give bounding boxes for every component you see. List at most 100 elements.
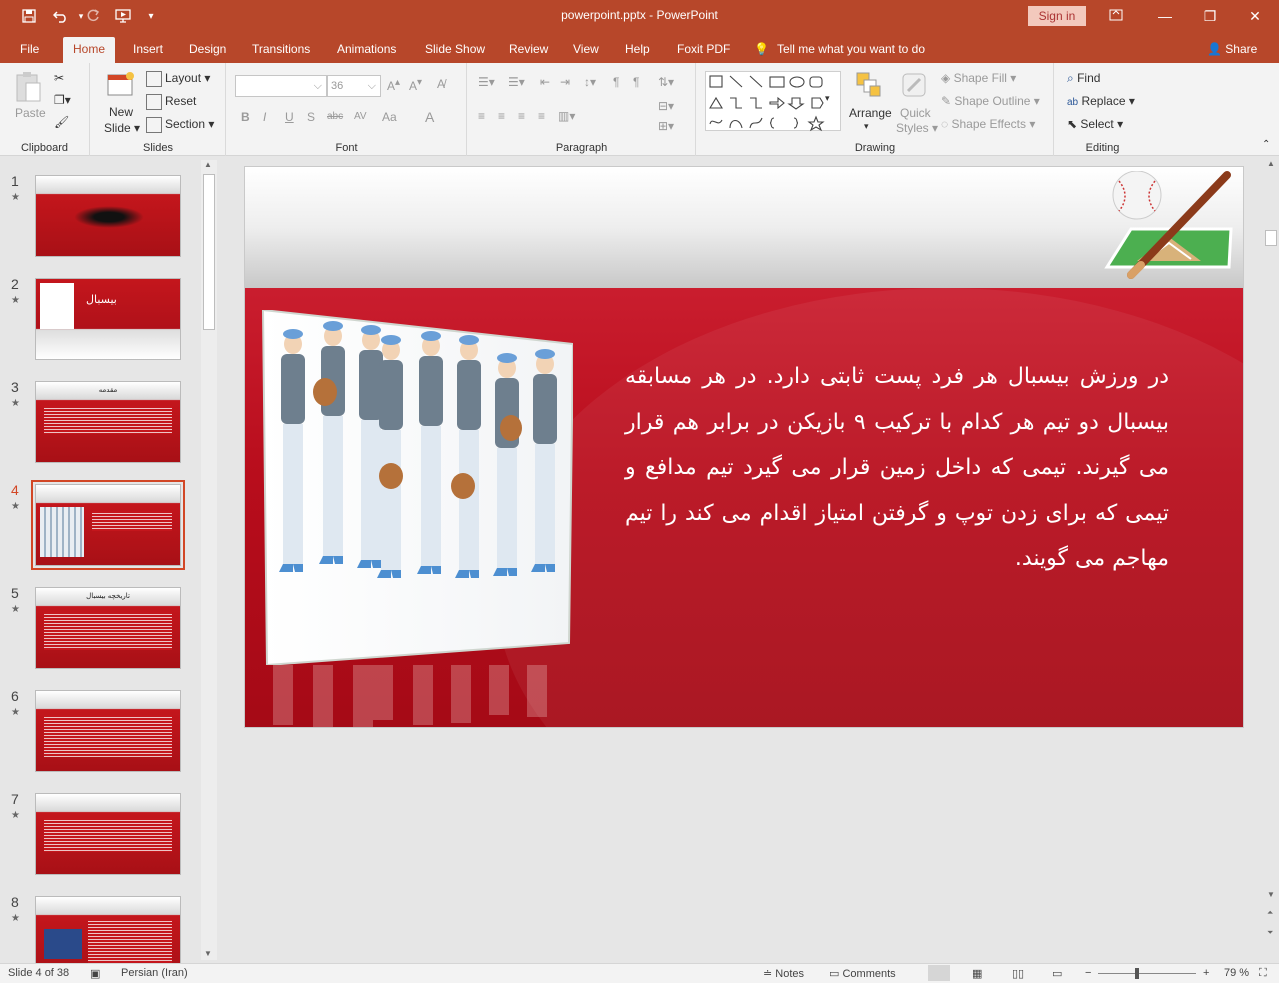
increase-font-icon[interactable]: A▴ bbox=[387, 77, 400, 93]
new-slide-label-2[interactable]: Slide ▾ bbox=[104, 121, 140, 135]
font-size-field[interactable]: 36 ⌵ bbox=[327, 75, 381, 97]
align-text-icon[interactable]: ⊟▾ bbox=[658, 99, 674, 113]
slide-thumbnail-4[interactable] bbox=[31, 480, 185, 570]
clear-formatting-icon[interactable]: A̸ bbox=[437, 77, 445, 91]
zoom-level[interactable]: 79 % bbox=[1224, 967, 1249, 979]
decrease-indent-icon[interactable]: ⇤ bbox=[540, 75, 550, 89]
line-spacing-icon[interactable]: ↕▾ bbox=[584, 75, 596, 89]
format-painter-icon[interactable]: 🖌 bbox=[54, 115, 69, 129]
next-slide-icon[interactable]: ⏷ bbox=[1267, 928, 1273, 938]
shapes-gallery[interactable] bbox=[705, 71, 841, 132]
paste-icon[interactable] bbox=[14, 71, 42, 108]
align-right-icon[interactable]: ≡ bbox=[518, 109, 525, 123]
sign-in-button[interactable]: Sign in bbox=[1028, 6, 1086, 26]
replace-button[interactable]: ab Replace ▾ bbox=[1067, 94, 1135, 108]
spelling-check-icon[interactable]: ▣ bbox=[90, 967, 100, 980]
find-button[interactable]: ⌕ Find bbox=[1067, 71, 1100, 86]
fit-to-window-icon[interactable]: ⛶ bbox=[1259, 967, 1267, 980]
slide-canvas[interactable]: در ورزش بیسبال هر فرد پست ثابتی دارد. در… bbox=[244, 166, 1244, 728]
close-icon[interactable]: ✕ bbox=[1235, 4, 1275, 28]
minimize-icon[interactable]: — bbox=[1145, 4, 1185, 28]
reset-button[interactable]: Reset bbox=[146, 94, 196, 110]
new-slide-icon[interactable] bbox=[106, 71, 136, 102]
bullets-icon[interactable]: ☰▾ bbox=[478, 75, 495, 89]
character-spacing-button[interactable]: AV bbox=[354, 111, 367, 122]
collapse-ribbon-icon[interactable]: ⌃ bbox=[1262, 139, 1270, 150]
tab-slide-show[interactable]: Slide Show bbox=[425, 39, 485, 63]
share-button[interactable]: 👤 Share bbox=[1207, 39, 1257, 63]
notes-button[interactable]: ≐ Notes bbox=[763, 967, 804, 980]
scroll-up-icon[interactable]: ▲ bbox=[1267, 159, 1275, 168]
zoom-slider-thumb[interactable] bbox=[1135, 968, 1139, 979]
quick-styles-label-2[interactable]: Styles ▾ bbox=[896, 121, 938, 135]
slide-thumbnail-8[interactable] bbox=[35, 896, 181, 963]
ribbon-display-options-icon[interactable] bbox=[1096, 4, 1136, 28]
tab-insert[interactable]: Insert bbox=[133, 39, 163, 63]
slide-thumbnail-2[interactable]: بیسبال bbox=[35, 278, 181, 360]
text-direction-icon[interactable]: ⇅▾ bbox=[658, 75, 674, 89]
italic-button[interactable]: I bbox=[263, 110, 266, 124]
tab-design[interactable]: Design bbox=[189, 39, 226, 63]
zoom-slider-track[interactable] bbox=[1098, 973, 1196, 974]
slide-scrollbar[interactable]: ▲ ▼ ⏶ ⏷ bbox=[1263, 157, 1279, 963]
slide-sorter-icon[interactable]: ▦ bbox=[972, 967, 982, 980]
reading-view-icon[interactable]: ▯▯ bbox=[1012, 967, 1024, 980]
change-case-button[interactable]: Aa bbox=[382, 110, 397, 124]
zoom-out-icon[interactable]: − bbox=[1085, 967, 1091, 979]
restore-icon[interactable]: ❐ bbox=[1190, 4, 1230, 28]
arrange-button[interactable]: Arrange bbox=[849, 106, 892, 120]
tab-review[interactable]: Review bbox=[509, 39, 548, 63]
numbering-icon[interactable]: ☰▾ bbox=[508, 75, 525, 89]
copy-icon[interactable]: ❐▾ bbox=[54, 93, 71, 107]
new-slide-label[interactable]: New bbox=[109, 105, 133, 119]
arrange-icon[interactable] bbox=[855, 71, 883, 102]
scroll-down-icon[interactable]: ▼ bbox=[1267, 890, 1275, 899]
slideshow-view-icon[interactable]: ▭ bbox=[1052, 967, 1062, 980]
cut-icon[interactable]: ✂ bbox=[54, 71, 64, 85]
previous-slide-icon[interactable]: ⏶ bbox=[1267, 908, 1273, 918]
tab-view[interactable]: View bbox=[573, 39, 599, 63]
columns-icon[interactable]: ▥▾ bbox=[558, 109, 575, 123]
tab-animations[interactable]: Animations bbox=[337, 39, 396, 63]
underline-button[interactable]: U bbox=[285, 110, 294, 124]
shape-fill-button[interactable]: ◈ Shape Fill ▾ bbox=[941, 71, 1016, 85]
ltr-icon[interactable]: ¶ bbox=[633, 75, 639, 89]
slide-thumbnail-5[interactable]: تاریخچه بیسبال bbox=[35, 587, 181, 669]
font-name-field[interactable]: ⌵ bbox=[235, 75, 327, 97]
shadow-button[interactable]: S bbox=[307, 110, 315, 124]
thumbnail-scrollbar[interactable]: ▲ ▼ bbox=[201, 160, 217, 960]
normal-view-icon[interactable] bbox=[928, 965, 950, 981]
decrease-font-icon[interactable]: A▾ bbox=[409, 77, 422, 93]
tab-foxit-pdf[interactable]: Foxit PDF bbox=[677, 39, 730, 63]
tab-file[interactable]: File bbox=[20, 39, 39, 63]
tab-home[interactable]: Home bbox=[63, 37, 116, 63]
bold-button[interactable]: B bbox=[241, 110, 250, 124]
tell-me-box[interactable]: 💡 Tell me what you want to do bbox=[754, 39, 925, 63]
comments-button[interactable]: ▭ Comments bbox=[829, 967, 896, 980]
tab-help[interactable]: Help bbox=[625, 39, 650, 63]
justify-icon[interactable]: ≡ bbox=[538, 109, 545, 123]
tab-transitions[interactable]: Transitions bbox=[252, 39, 310, 63]
slide-scroll-thumb[interactable] bbox=[1265, 230, 1277, 246]
shape-outline-button[interactable]: ✎ Shape Outline ▾ bbox=[941, 94, 1040, 108]
arrange-dropdown-icon[interactable]: ▾ bbox=[864, 121, 869, 132]
shapes-more-icon[interactable]: ▾ bbox=[825, 93, 830, 104]
select-button[interactable]: ⬉ Select ▾ bbox=[1067, 117, 1123, 131]
align-left-icon[interactable]: ≡ bbox=[478, 109, 485, 123]
scroll-down-icon[interactable]: ▼ bbox=[204, 949, 212, 958]
strikethrough-button[interactable]: abc bbox=[327, 111, 343, 122]
quick-styles-icon[interactable] bbox=[900, 71, 930, 102]
scroll-up-icon[interactable]: ▲ bbox=[204, 160, 212, 169]
align-center-icon[interactable]: ≡ bbox=[498, 109, 505, 123]
increase-indent-icon[interactable]: ⇥ bbox=[560, 75, 570, 89]
shape-effects-button[interactable]: ◌ Shape Effects ▾ bbox=[941, 117, 1035, 131]
font-color-button[interactable]: A bbox=[425, 109, 434, 125]
slide-thumbnail-7[interactable] bbox=[35, 793, 181, 875]
slide-body-text[interactable]: در ورزش بیسبال هر فرد پست ثابتی دارد. در… bbox=[625, 354, 1169, 582]
quick-styles-label[interactable]: Quick bbox=[900, 106, 931, 120]
section-button[interactable]: Section ▾ bbox=[146, 117, 214, 133]
layout-button[interactable]: Layout ▾ bbox=[146, 71, 210, 87]
paste-button[interactable]: Paste bbox=[15, 106, 46, 120]
rtl-icon[interactable]: ¶ bbox=[613, 75, 619, 89]
thumbnail-scroll-thumb[interactable] bbox=[203, 174, 215, 330]
